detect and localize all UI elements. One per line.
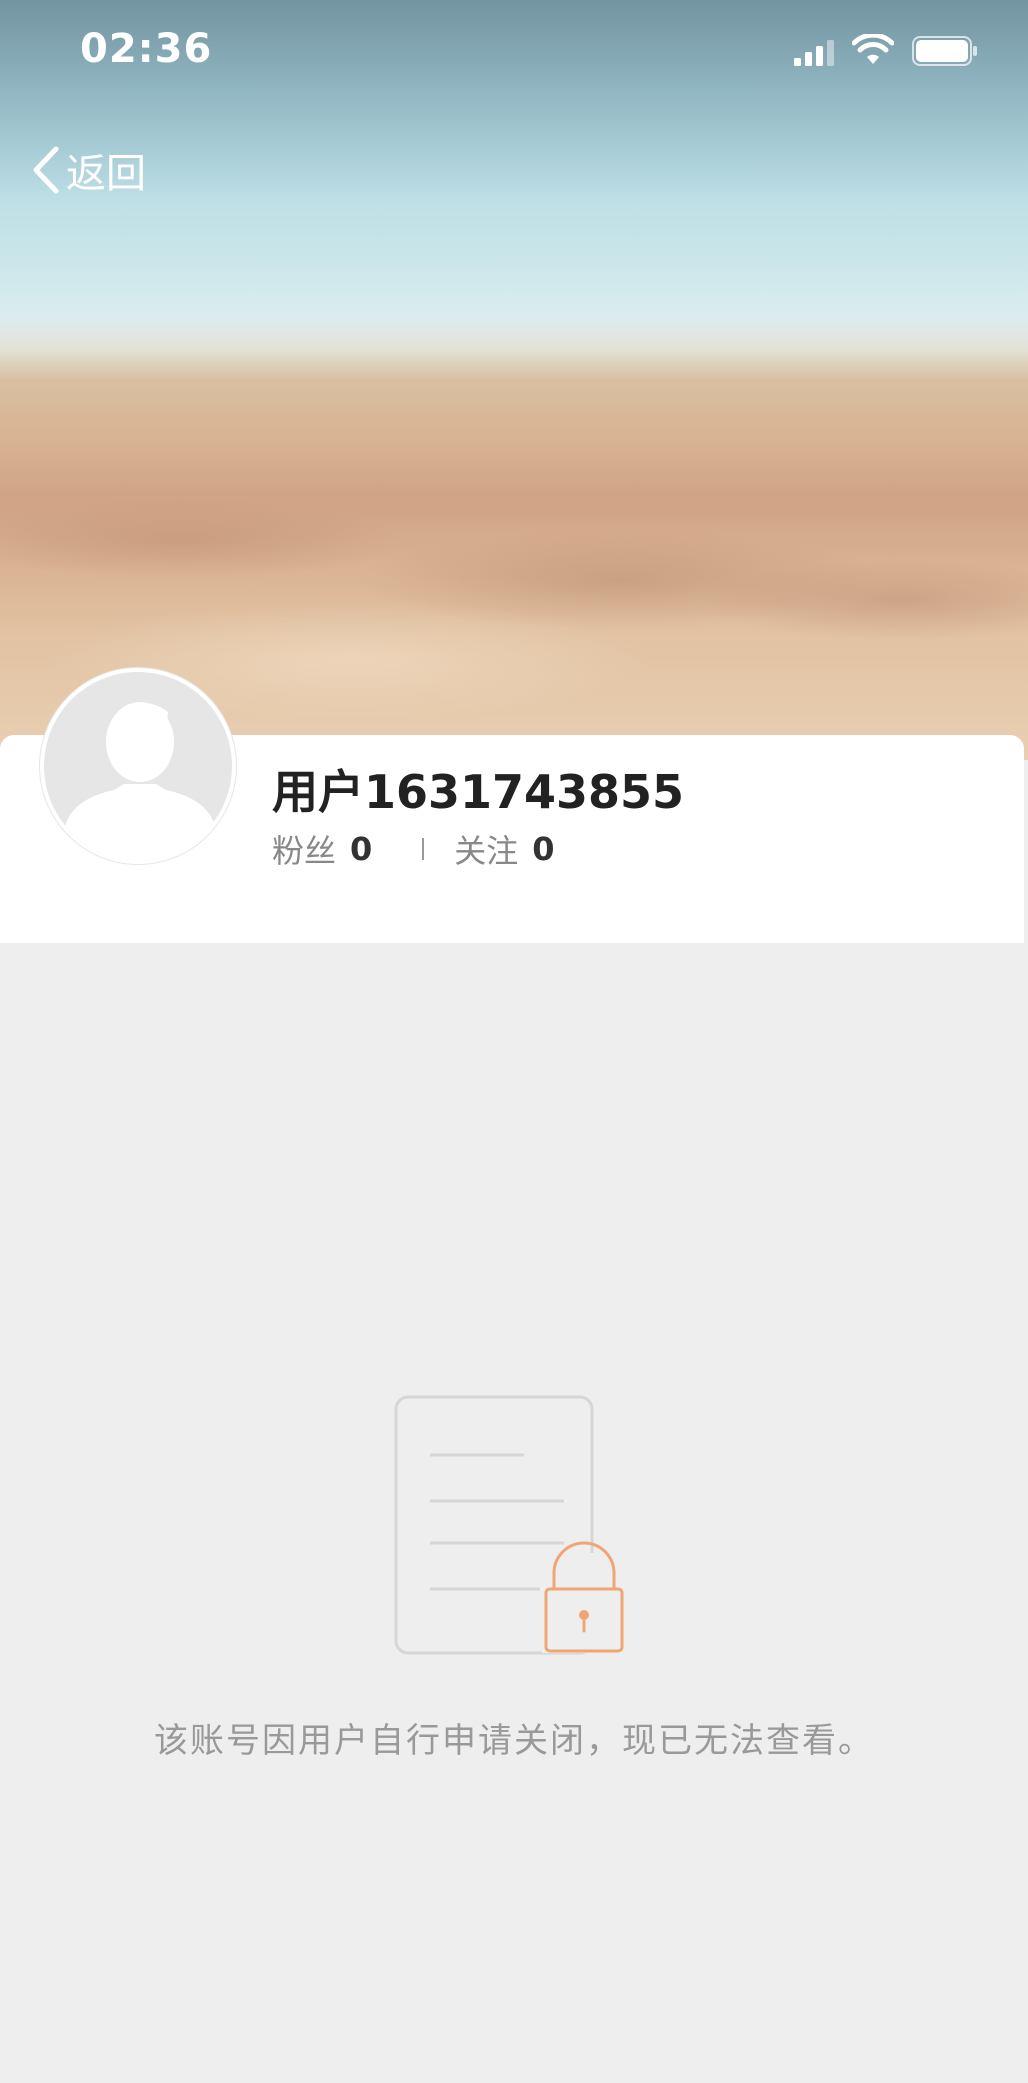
avatar[interactable] [40, 668, 236, 864]
wifi-icon [852, 34, 894, 64]
following-label[interactable]: 关注 [454, 826, 518, 872]
battery-icon [912, 36, 977, 66]
back-button[interactable]: 返回 [30, 140, 146, 200]
account-closed-state: 该账号因用户自行申请关闭，现已无法查看。 [0, 943, 1028, 2083]
status-bar: 02:36 [0, 0, 1028, 104]
back-label: 返回 [66, 151, 146, 197]
account-closed-message: 该账号因用户自行申请关闭，现已无法查看。 [154, 1721, 874, 1761]
profile-stats: 粉丝 0 关注 0 [272, 826, 555, 872]
status-time: 02:36 [80, 26, 213, 72]
signal-icon [794, 40, 834, 66]
followers-count[interactable]: 0 [350, 830, 372, 868]
chevron-left-icon [33, 146, 59, 194]
following-count[interactable]: 0 [532, 830, 554, 868]
default-avatar-icon [44, 672, 232, 860]
followers-label[interactable]: 粉丝 [272, 826, 336, 872]
document-lock-icon [394, 1395, 624, 1655]
stats-divider [422, 838, 425, 860]
cover-banner [0, 0, 1028, 760]
username: 用户1631743855 [272, 765, 685, 819]
